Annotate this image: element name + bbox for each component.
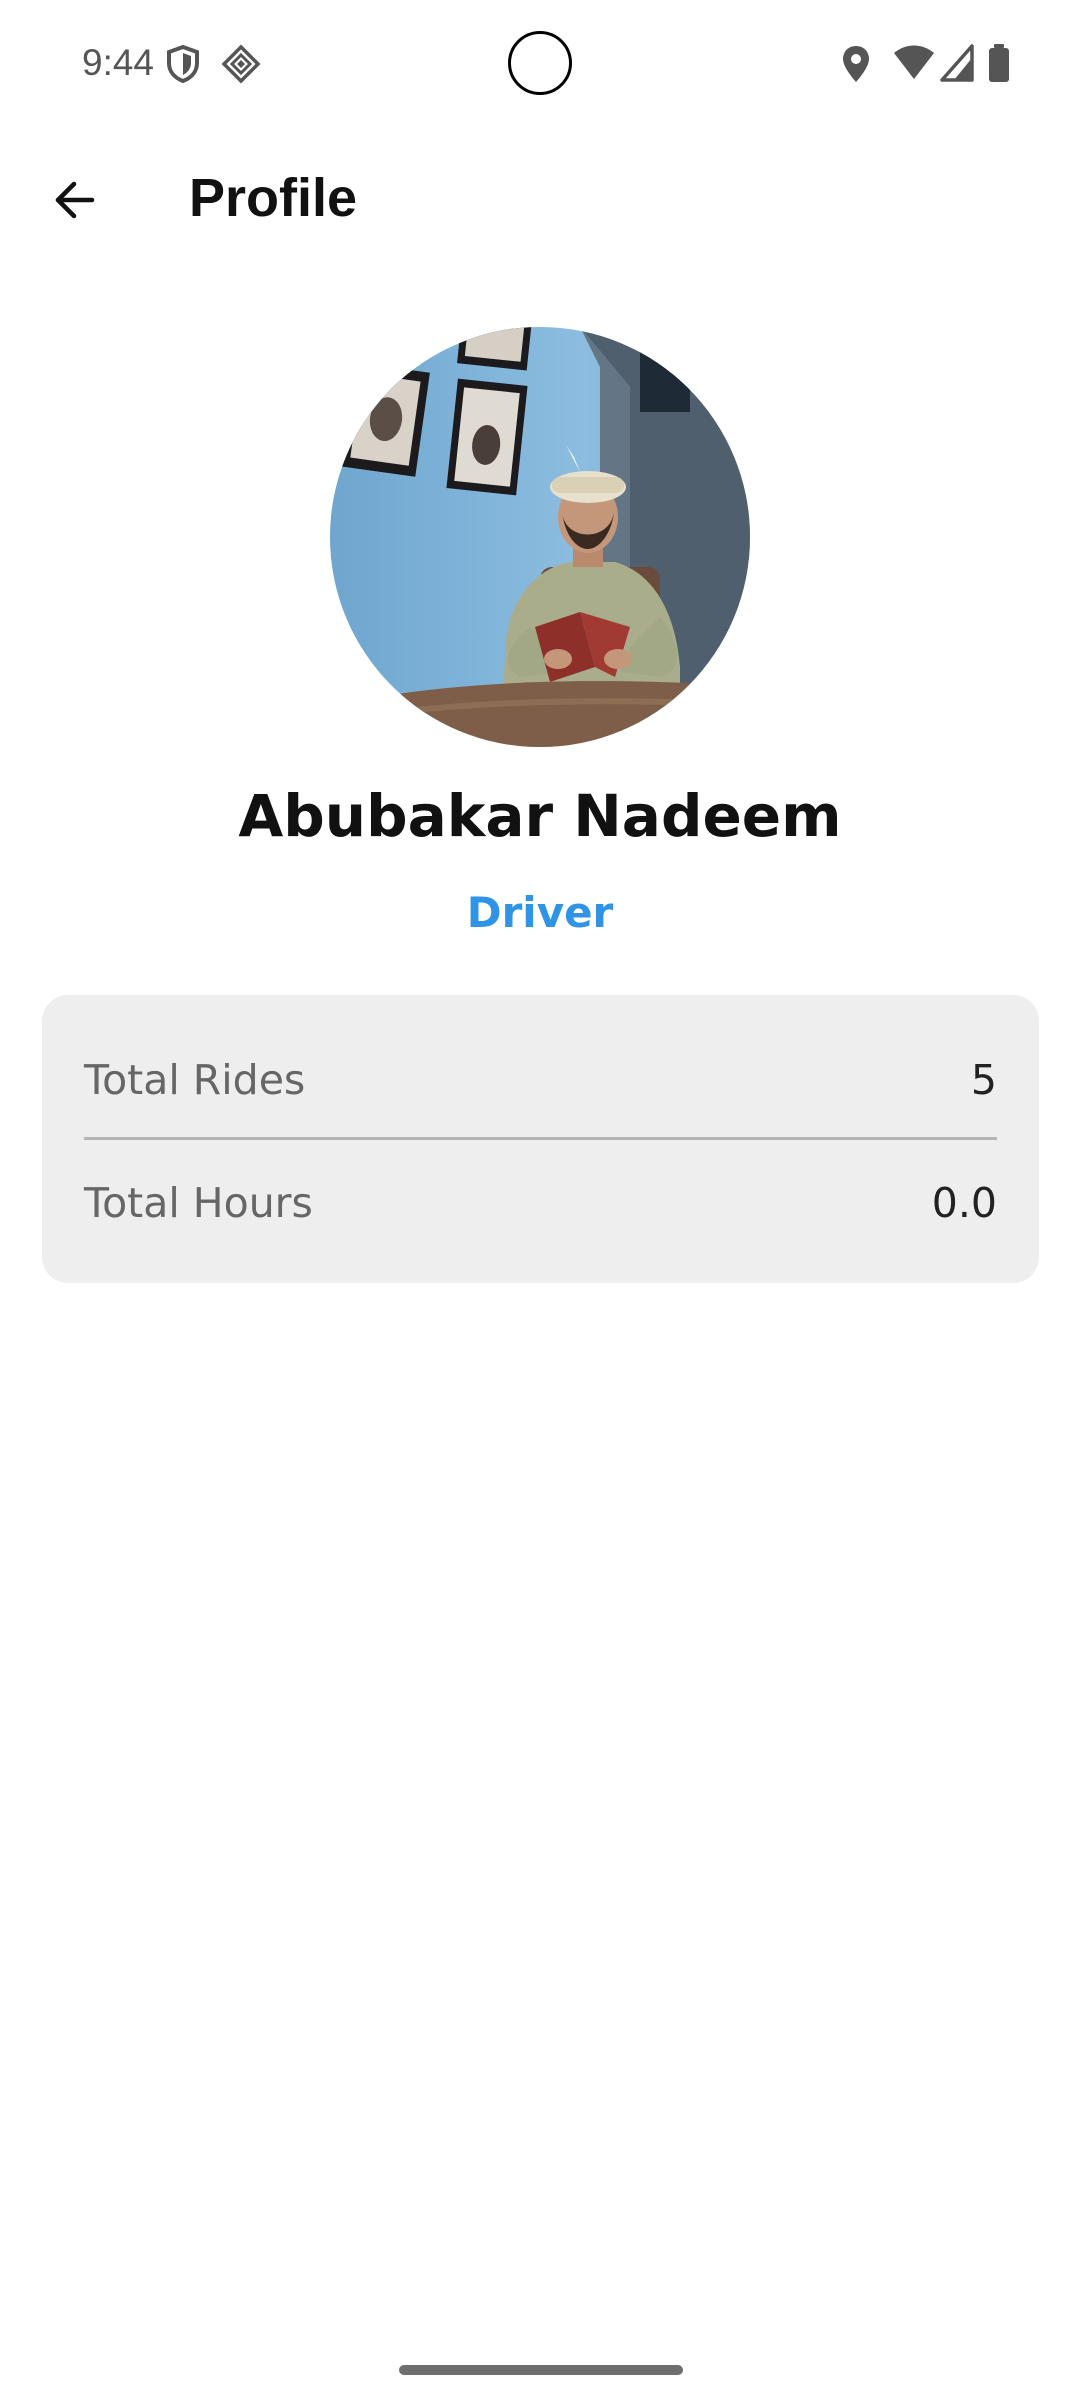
camera-cutout bbox=[508, 31, 572, 95]
stat-row-total-hours: Total Hours 0.0 bbox=[84, 1173, 997, 1233]
location-pin-icon bbox=[841, 44, 871, 88]
avatar[interactable] bbox=[330, 327, 750, 747]
status-time: 9:44 bbox=[82, 42, 155, 83]
divider bbox=[84, 1137, 997, 1140]
battery-icon bbox=[988, 44, 1010, 86]
stats-card: Total Rides 5 Total Hours 0.0 bbox=[42, 995, 1039, 1283]
stat-value: 5 bbox=[970, 1056, 997, 1104]
back-button[interactable] bbox=[36, 162, 112, 238]
home-indicator[interactable] bbox=[399, 2365, 683, 2375]
cellular-signal-icon bbox=[940, 44, 974, 86]
profile-name: Abubakar Nadeem bbox=[238, 782, 842, 850]
stat-label: Total Rides bbox=[84, 1056, 306, 1104]
page-title: Profile bbox=[189, 168, 358, 228]
profile-role: Driver bbox=[466, 888, 614, 937]
stat-row-total-rides: Total Rides 5 bbox=[84, 1050, 997, 1110]
stat-value: 0.0 bbox=[931, 1179, 997, 1227]
wifi-icon bbox=[893, 44, 935, 86]
arrow-left-icon bbox=[55, 181, 95, 219]
sparkle-diamond-icon bbox=[221, 44, 261, 88]
stat-label: Total Hours bbox=[84, 1179, 313, 1227]
status-bar: 9:44 bbox=[0, 0, 1080, 130]
app-bar: Profile bbox=[0, 140, 1080, 260]
shield-icon bbox=[166, 44, 200, 88]
profile-photo bbox=[330, 327, 750, 747]
